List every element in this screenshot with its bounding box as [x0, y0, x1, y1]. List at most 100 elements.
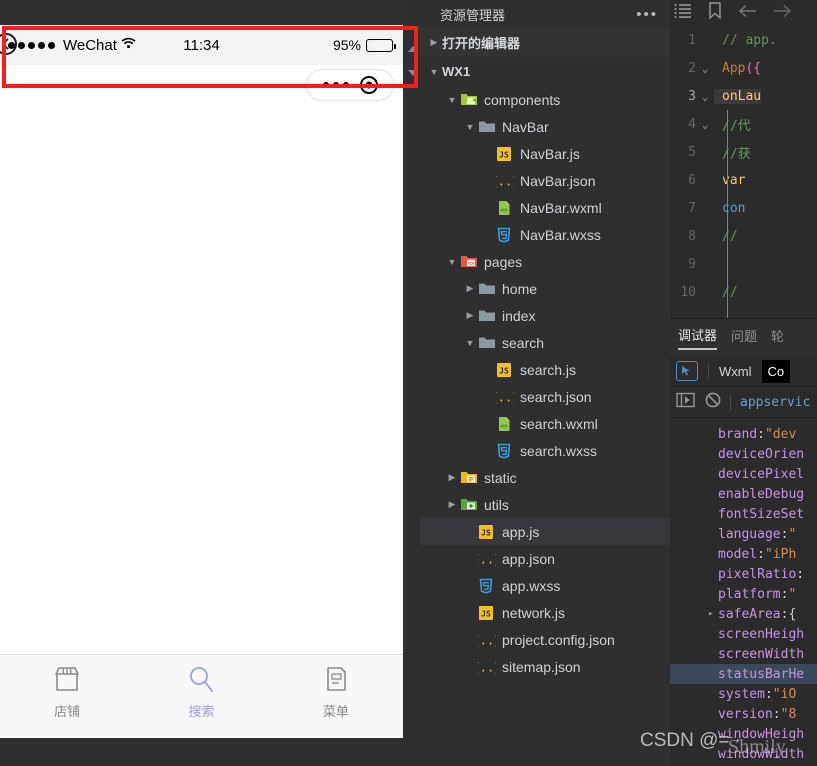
console-object-row[interactable]: platform: " [670, 584, 817, 604]
console-object-row[interactable]: pixelRatio: [670, 564, 817, 584]
debugger-panel-console[interactable]: Co [761, 359, 791, 383]
json-icon: {..} [491, 389, 520, 405]
editor-and-debugger-pane: 1// app. 2 ⌄ App({3 ⌄ onLau 4 ⌄ //代 5 //获 6 var 7… [670, 0, 817, 766]
console-object-row[interactable]: language: " [670, 524, 817, 544]
chevron-down-icon[interactable]: ▼ [462, 338, 478, 348]
code-line[interactable]: 8 // [670, 222, 817, 250]
tabbar-item-menu[interactable]: 菜单 [269, 665, 403, 720]
forward-arrow-icon[interactable] [773, 4, 792, 23]
tab-more[interactable]: 轮 [771, 326, 784, 349]
tree-file-search-json[interactable]: ·{..} search.json [420, 383, 670, 410]
code-line[interactable]: 9 [670, 250, 817, 278]
chevron-right-icon[interactable]: ▶ [444, 499, 460, 510]
tree-folder-components[interactable]: ▼ components [420, 86, 670, 113]
element-picker-icon[interactable] [676, 361, 698, 381]
console-object-row[interactable]: fontSizeSet [670, 504, 817, 524]
svg-text:JS: JS [481, 609, 491, 618]
code-line[interactable]: 3 ⌄ onLau [670, 82, 817, 110]
clear-console-icon[interactable] [705, 392, 721, 413]
tree-file-app-js[interactable]: ·JS app.js [420, 518, 670, 545]
code-line[interactable]: 6 var [670, 166, 817, 194]
tree-indent-spacer: · [480, 203, 496, 213]
tree-folder-home[interactable]: ▶ home [420, 275, 670, 302]
tab-debugger[interactable]: 调试器 [678, 325, 718, 350]
chevron-down-icon[interactable]: ⌄ [696, 90, 714, 103]
console-object-row[interactable]: screenWidth [670, 644, 817, 664]
explorer-section-wx1[interactable]: ▼ WX1 [420, 57, 670, 86]
console-object-row[interactable]: ▸ safeArea: { [670, 604, 817, 624]
tree-file-project-config-json[interactable]: ·{..} project.config.json [420, 626, 670, 653]
scroll-up-arrow-icon[interactable] [408, 46, 418, 52]
tree-file-search-wxml[interactable]: · <> search.wxml [420, 410, 670, 437]
tabbar-item-shop[interactable]: 店铺 [0, 665, 134, 720]
code-editor[interactable]: 1// app. 2 ⌄ App({3 ⌄ onLau 4 ⌄ //代 5 //获 6 var 7… [670, 26, 817, 318]
tree-file-navbar-json[interactable]: ·{..} NavBar.json [420, 167, 670, 194]
tree-file-navbar-wxss[interactable]: · NavBar.wxss [420, 221, 670, 248]
chevron-down-icon[interactable]: ▼ [444, 257, 460, 267]
code-line[interactable]: 2 ⌄ App({ [670, 54, 817, 82]
tree-item-label: static [484, 469, 517, 486]
console-object-row[interactable]: brand: "dev [670, 424, 817, 444]
line-number: 5 [688, 144, 696, 160]
console-object-row[interactable]: deviceOrien [670, 444, 817, 464]
chevron-down-icon[interactable]: ▼ [444, 95, 460, 105]
console-object-row[interactable]: enableDebug [670, 484, 817, 504]
tabbar-item-search[interactable]: 搜索 [134, 665, 268, 720]
tree-file-sitemap-json[interactable]: ·{..} sitemap.json [420, 653, 670, 680]
explorer-section-open-editors[interactable]: ▶ 打开的编辑器 [420, 28, 670, 57]
tree-file-navbar-js[interactable]: ·JS NavBar.js [420, 140, 670, 167]
more-dots-icon[interactable] [322, 82, 349, 88]
tree-folder-search[interactable]: ▼ search [420, 329, 670, 356]
code-line[interactable]: 7 con [670, 194, 817, 222]
chevron-right-icon[interactable]: ▶ [444, 472, 460, 483]
tree-file-search-js[interactable]: ·JS search.js [420, 356, 670, 383]
code-line[interactable]: 5 //获 [670, 138, 817, 166]
code-line[interactable]: 10 // [670, 278, 817, 306]
tree-item-label: search.js [520, 361, 577, 378]
console-object-row[interactable]: screenHeigh [670, 624, 817, 644]
console-object-row[interactable]: model: "iPh [670, 544, 817, 564]
tree-item-label: home [502, 280, 538, 297]
chevron-down-icon[interactable]: ⌄ [696, 118, 714, 131]
console-object-row[interactable]: version: "8 [670, 704, 817, 724]
tree-folder-pages[interactable]: ▼ <> pages [420, 248, 670, 275]
console-object-row[interactable]: statusBarHe [670, 664, 817, 684]
chevron-right-icon[interactable]: ▸ [708, 609, 713, 619]
code-text: // [722, 228, 738, 244]
wechat-capsule-button[interactable] [306, 69, 394, 101]
file-explorer-panel: 资源管理器 ••• ▶ 打开的编辑器 ▼ WX1 ▼ components ▼ Nav… [420, 0, 670, 766]
tree-file-network-js[interactable]: ·JS network.js [420, 599, 670, 626]
tree-folder-navbar[interactable]: ▼ NavBar [420, 113, 670, 140]
console-context-label[interactable]: appservic [740, 395, 810, 410]
folder-green2-icon [460, 497, 478, 513]
step-into-icon[interactable] [676, 392, 696, 413]
tabbar-label-search: 搜索 [188, 704, 215, 719]
tree-folder-utils[interactable]: ▶ utils [420, 491, 670, 518]
tree-file-app-json[interactable]: ·{..} app.json [420, 545, 670, 572]
console-object-row[interactable]: windowWidth [670, 744, 817, 764]
outline-list-icon[interactable] [674, 3, 692, 24]
code-line[interactable]: 1 // app. [670, 26, 817, 54]
close-target-icon[interactable] [359, 76, 378, 94]
bookmark-icon[interactable] [708, 2, 722, 24]
tree-file-navbar-wxml[interactable]: · <> NavBar.wxml [420, 194, 670, 221]
scroll-down-arrow-icon[interactable] [408, 70, 418, 76]
tree-folder-index[interactable]: ▶ index [420, 302, 670, 329]
chevron-down-icon[interactable]: ▼ [462, 122, 478, 132]
tree-folder-static[interactable]: ▶ static [420, 464, 670, 491]
console-object-row[interactable]: system: "iO [670, 684, 817, 704]
debugger-panel-wxml[interactable]: Wxml [719, 364, 752, 379]
phone-page-body [0, 109, 403, 654]
chevron-right-icon[interactable]: ▶ [462, 283, 478, 294]
console-object-row[interactable]: windowHeigh [670, 724, 817, 744]
tab-problems[interactable]: 问题 [731, 326, 757, 349]
tree-item-label: network.js [502, 604, 566, 621]
ellipsis-icon[interactable]: ••• [636, 6, 658, 23]
back-arrow-icon[interactable] [738, 4, 757, 23]
console-object-row[interactable]: devicePixel [670, 464, 817, 484]
code-line[interactable]: 4 ⌄ //代 [670, 110, 817, 138]
chevron-down-icon[interactable]: ⌄ [696, 62, 714, 75]
tree-file-app-wxss[interactable]: · app.wxss [420, 572, 670, 599]
tree-file-search-wxss[interactable]: · search.wxss [420, 437, 670, 464]
chevron-right-icon[interactable]: ▶ [462, 310, 478, 321]
